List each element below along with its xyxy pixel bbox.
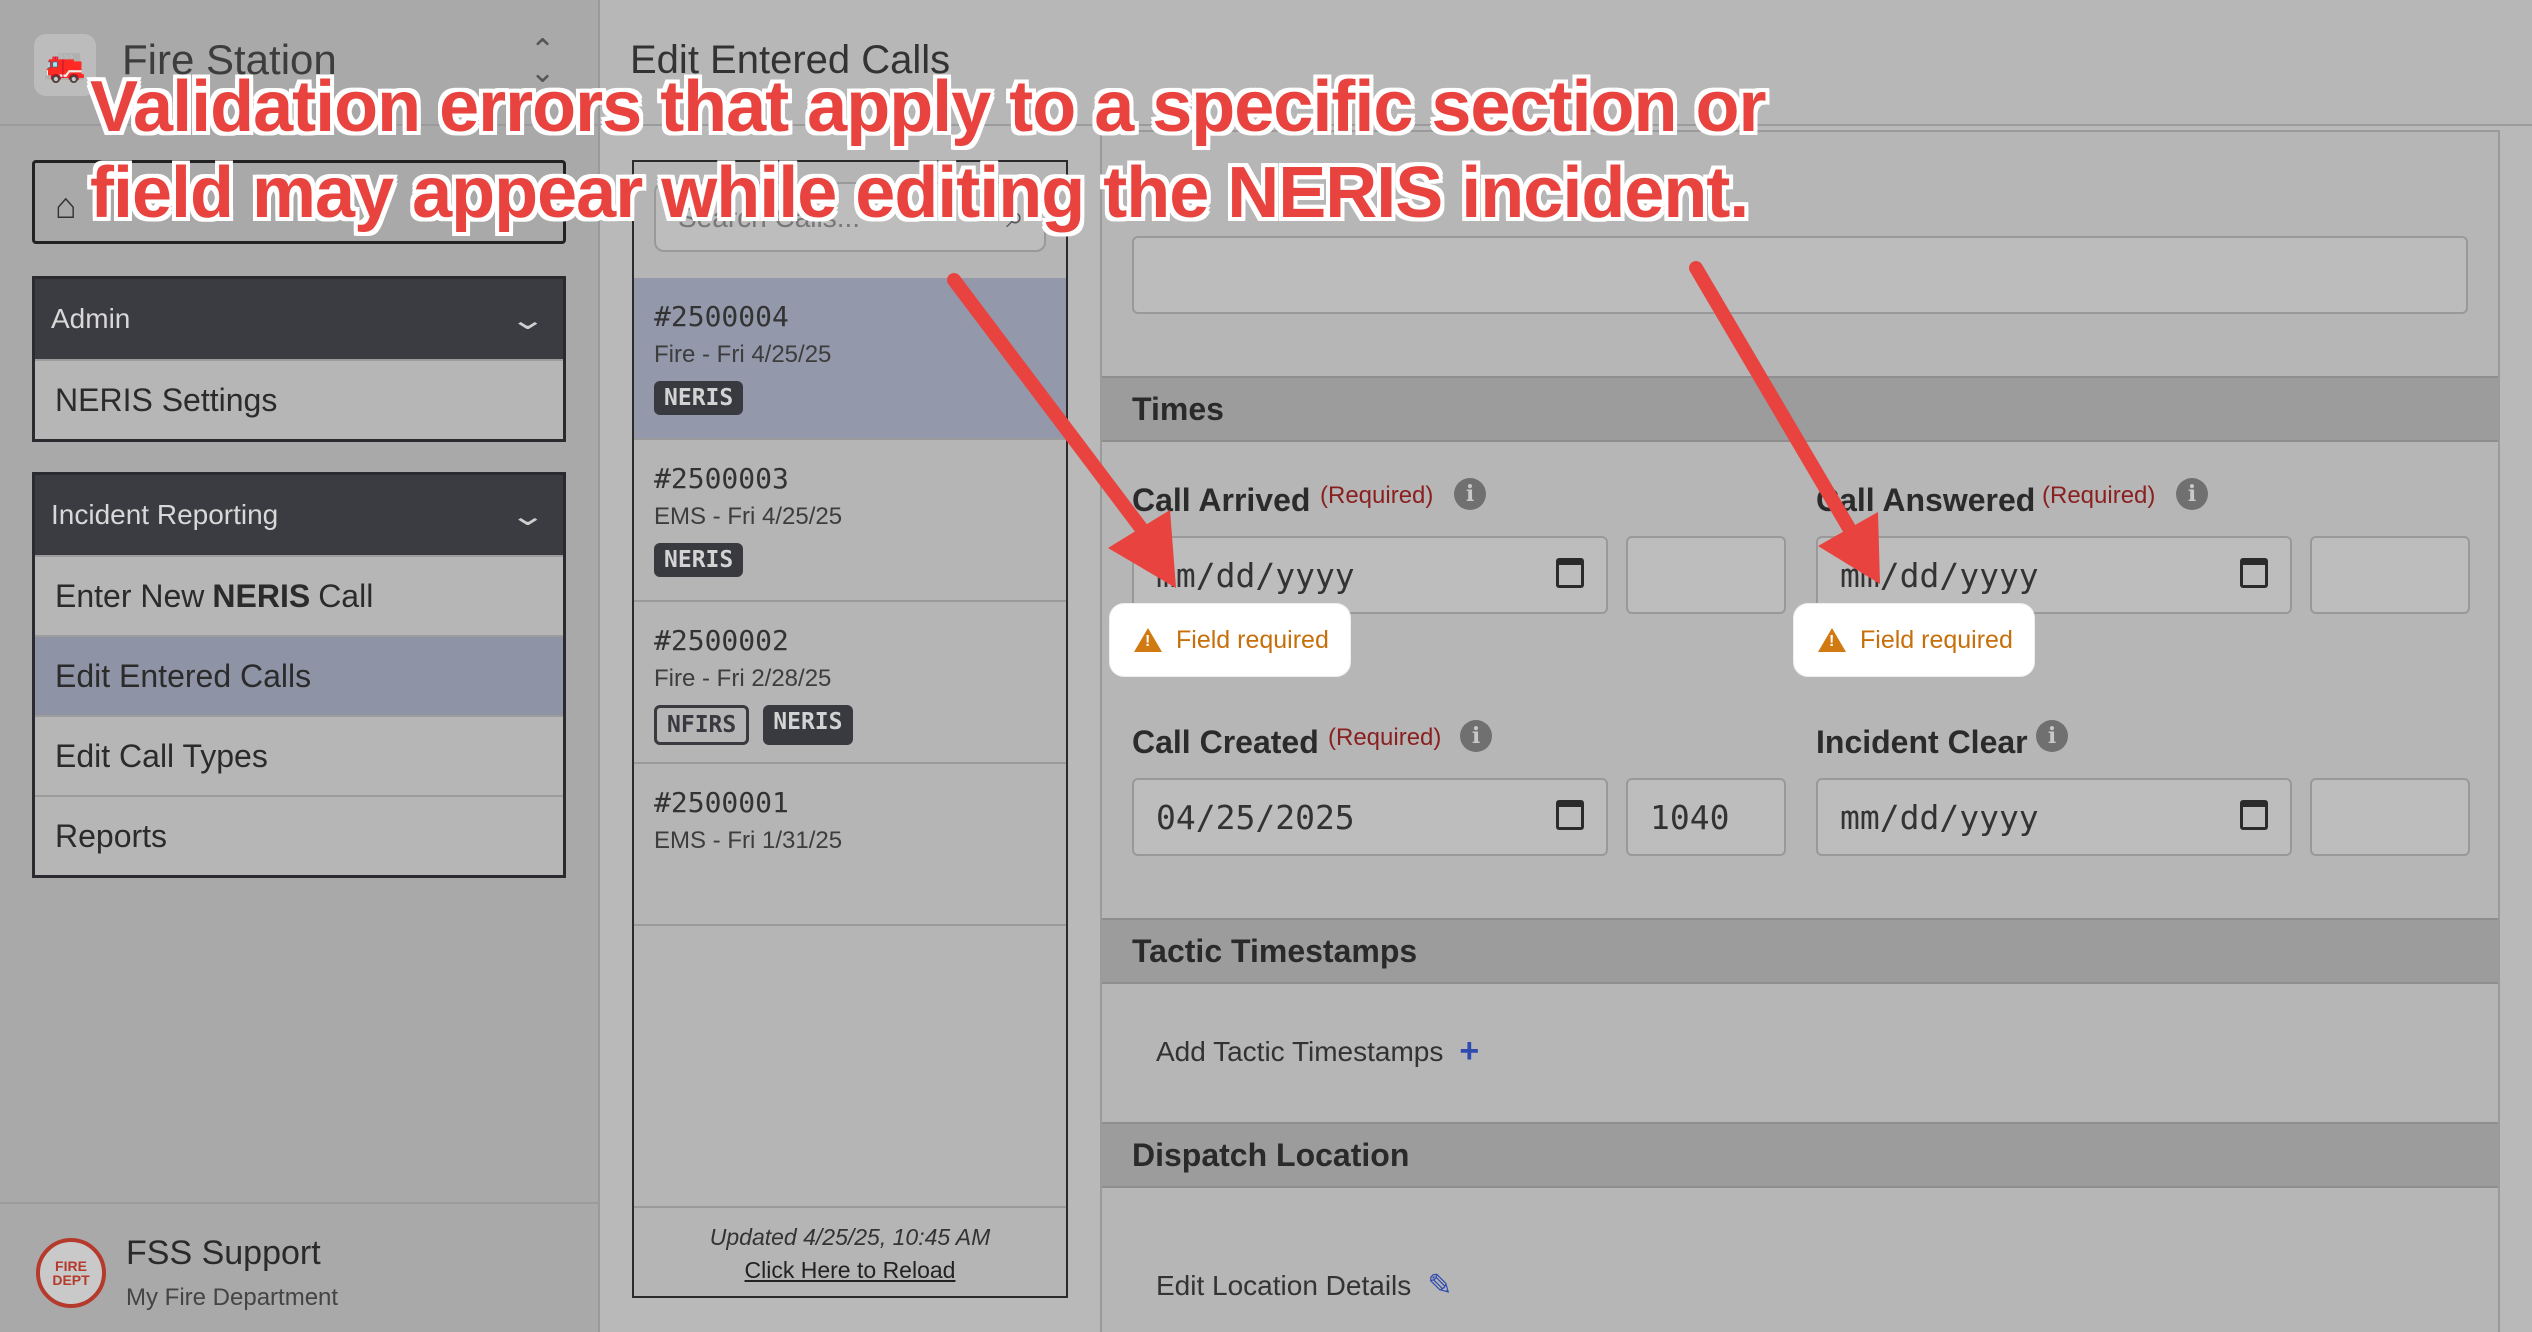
annotation-arrow-left <box>947 273 1157 547</box>
annotation-arrow-right <box>1689 261 1863 547</box>
annotation-line-2: field may appear while editing the NERIS… <box>90 153 1749 233</box>
annotation-line-1: Validation errors that apply to a specif… <box>90 67 1766 147</box>
